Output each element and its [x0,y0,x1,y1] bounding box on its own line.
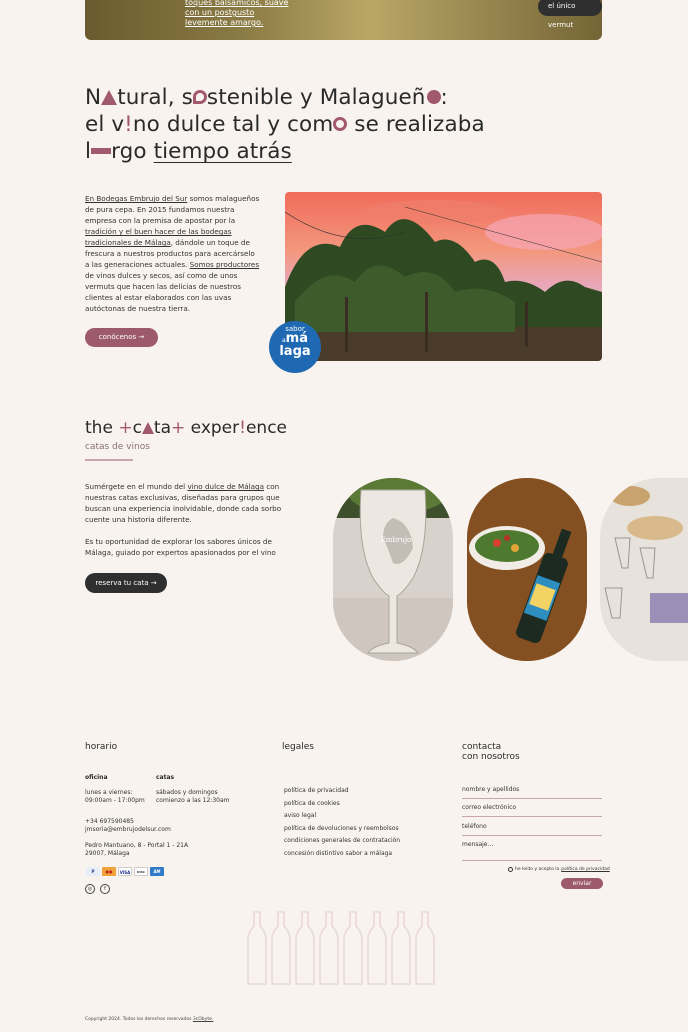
ring-glyph-icon [333,117,348,131]
developer-link[interactable]: 3cObyte. [193,1017,213,1022]
circle-glyph-icon [426,90,441,104]
legal-link[interactable]: política de devoluciones y reembolsos [284,823,400,836]
instagram-icon[interactable]: ◎ [85,884,95,894]
wine-bottle-salad-photo [467,478,587,661]
intro-link-bodegas[interactable]: En Bodegas Embrujo del Sur [85,194,187,203]
catas-description: Sumérgete en el mundo del vino dulce de … [85,481,300,558]
banner-text-line: con un postgusto [185,8,255,17]
paypal-icon: P [86,867,100,876]
headline-line-1: Ntural, s stenible y Malagueñ: [85,85,448,110]
conocenos-button[interactable]: conócenos → [85,328,158,347]
oficina-label: oficina [85,774,108,781]
mastercard-icon: ●● [102,867,116,876]
vino-dulce-link[interactable]: vino dulce de Málaga [187,482,264,491]
discover-icon: DISC [134,867,148,876]
triangle-glyph-icon [141,422,154,434]
amex-icon: AM [150,867,164,876]
message-field[interactable]: mensaje... [462,841,602,861]
intro-text: En Bodegas Embrujo del Sur somos malague… [85,194,260,313]
banner-text-line: toques balsámicos, suave [185,0,289,7]
wine-bottle-image [467,478,587,661]
legales-links: política de privacidad política de cooki… [284,785,400,861]
submit-button[interactable]: enviar [561,878,603,889]
catas-title: the +c ta+ exper!ence [85,418,288,438]
wine-glass-image: Embrujo [333,478,453,661]
privacy-link[interactable]: política de privacidad [561,867,609,872]
catas-subtitle: catas de vinos [85,442,150,452]
sabor-a-malaga-badge: sabor amá laga [269,321,321,373]
oficina-hours: lunes a viernes: 09:00am - 17:00pm [85,789,145,804]
vermut-banner: toques balsámicos, suave con un postgust… [85,0,602,40]
vineyard-photo [285,192,602,361]
facebook-icon[interactable]: f [100,884,110,894]
headline-line-3: l rgo tiempo atrás [85,139,292,164]
bar-glyph-icon [91,148,112,154]
visa-icon: VISA [118,867,132,876]
reserva-cata-button[interactable]: reserva tu cata → [85,573,167,593]
legales-title: legales [282,742,314,752]
catas-paragraph-2: Es tu oportunidad de explorar los sabore… [85,537,276,557]
vineyard-sunset-image [285,192,602,361]
consent-checkbox[interactable] [508,867,513,872]
table-setting-image [600,478,688,661]
legal-link[interactable]: política de privacidad [284,785,400,798]
banner-text: toques balsámicos, suave con un postgust… [185,0,288,28]
legal-link[interactable]: aviso legal [284,810,400,823]
catas-divider [85,459,133,461]
headline-line-2: el v!no dulce tal y com se realizaba [85,112,485,137]
legal-link[interactable]: condiciones generales de contratación [284,835,400,848]
wine-glass-photo: Embrujo [333,478,453,661]
catas-label: catas [156,774,175,781]
privacy-consent: he leído y acepto la política de privaci… [508,867,610,872]
legal-link[interactable]: política de cookies [284,798,400,811]
catas-paragraph-1: Sumérgete en el mundo del vino dulce de … [85,482,282,524]
banner-text-line: levemente amargo. [185,18,264,27]
legal-link[interactable]: concesión distintivo sabor a málaga [284,848,400,861]
horario-title: horario [85,742,118,752]
name-field[interactable]: nombre y apellidos [462,786,602,799]
copyright: Copyright 2024. Todos los derechos reser… [85,1017,214,1022]
table-setting-photo [600,478,688,661]
address: Pedro Mantuano, 8 - Portal 1 - 21A 29007… [85,842,189,857]
email-link[interactable]: jmsoria@embrujodelsur.com [85,826,171,834]
vermut-button[interactable]: el único vermut blanco malagueño → [538,0,602,29]
payment-methods: P ●● VISA DISC AM [86,867,164,876]
phone-field[interactable]: teléfono [462,823,602,836]
email-field[interactable]: correo electrónico [462,804,602,817]
svg-text:Embrujo: Embrujo [381,536,411,544]
phone-link[interactable]: +34 697590485 [85,818,134,826]
decorative-bottles [247,911,435,985]
ring-glyph-icon [192,90,207,104]
triangle-glyph-icon [101,90,118,105]
intro-link-productores[interactable]: Somos productores [190,260,259,269]
page-headline: Ntural, s stenible y Malagueñ: el v!no du… [85,84,525,165]
contacta-title: contacta con nosotros [462,742,520,762]
catas-hours: sábados y domingos comienzo a las 12:30a… [156,789,230,804]
